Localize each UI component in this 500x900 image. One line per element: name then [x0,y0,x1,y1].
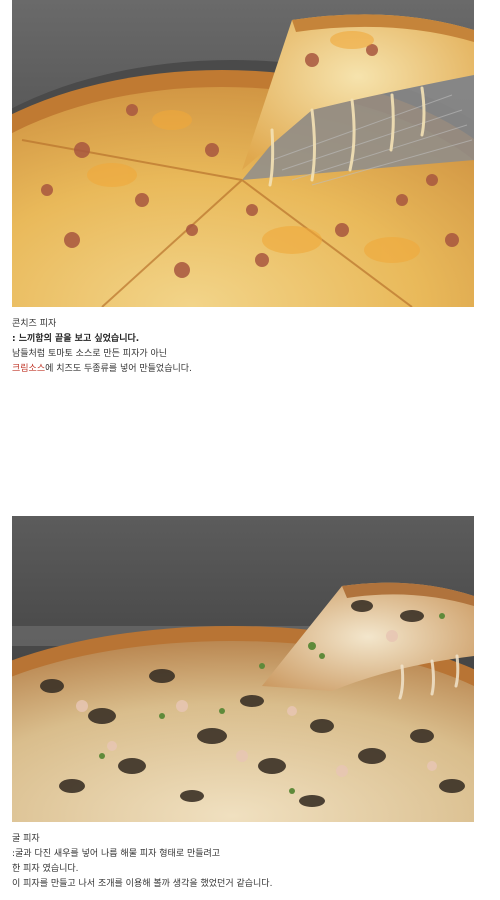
caption-line: :굴과 다진 새우를 넣어 나름 해물 피자 형태로 만들려고 [12,849,221,859]
corn-cheese-pizza-photo [12,0,474,307]
caption-bold-line: : 느끼함의 끝을 보고 싶었습니다. [12,334,140,344]
caption-line: 남들처럼 토마토 소스로 만든 피자가 아닌 [12,349,168,359]
oyster-pizza-photo [12,516,474,822]
caption-title: 콘치즈 피자 [12,319,57,329]
oyster-pizza-caption: 굴 피자 :굴과 다진 새우를 넣어 나름 해물 피자 형태로 만들려고 한 피… [12,832,482,892]
caption-line: 크림소스에 치즈도 두종류를 넣어 만들었습니다. [12,362,482,377]
cream-sauce-highlight: 크림소스 [12,364,46,374]
corn-cheese-pizza-caption: 콘치즈 피자 : 느끼함의 끝을 보고 싶었습니다. 남들처럼 토마토 소스로 … [12,317,482,377]
caption-line-rest: 에 치즈도 두종류를 넣어 만들었습니다. [45,364,192,374]
caption-line: 한 피자 였습니다. [12,864,79,874]
caption-line: 이 피자를 만들고 나서 조개를 이용해 볼까 생각을 했었던거 같습니다. [12,879,273,889]
caption-title: 굴 피자 [12,834,40,844]
